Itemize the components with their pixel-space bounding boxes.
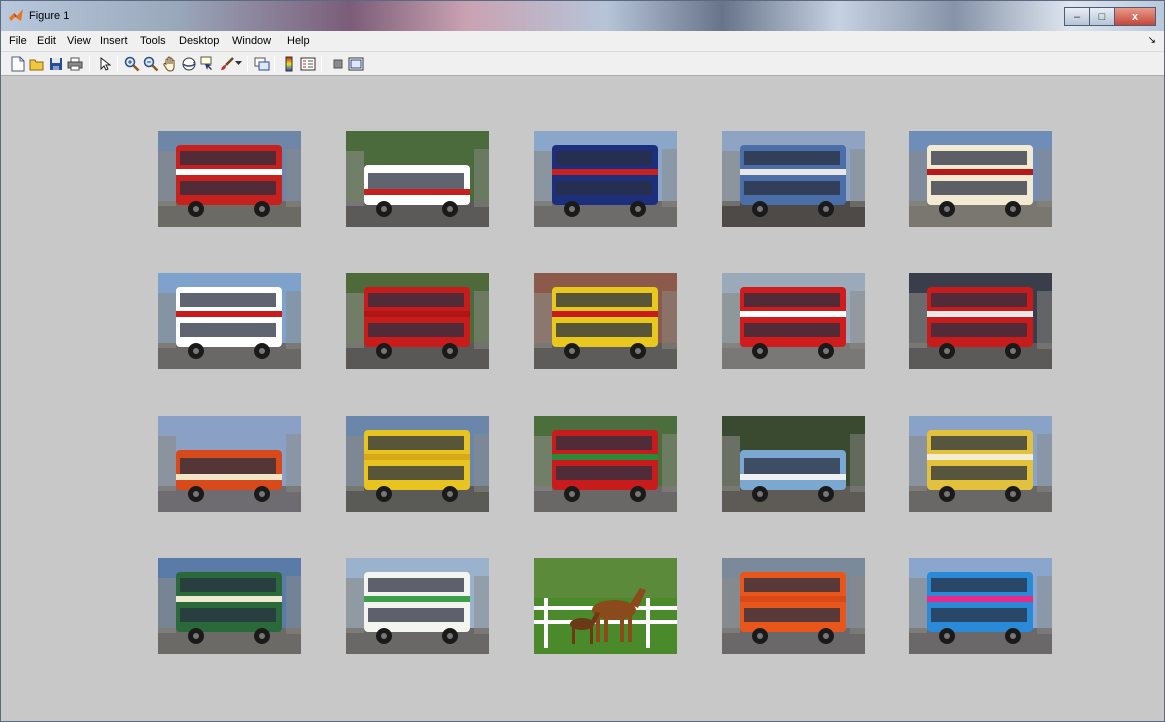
matlab-figure-window: Figure 1 – □ x File Edit View Insert Too… bbox=[0, 0, 1165, 722]
image-red-cream-double-decker bbox=[909, 131, 1052, 227]
toolbar-separator bbox=[117, 56, 118, 72]
dock-arrow-icon[interactable]: ↘ bbox=[1148, 35, 1156, 46]
figure-toolbar bbox=[1, 52, 1164, 76]
brush-dropdown-icon[interactable] bbox=[234, 55, 243, 72]
brush-icon[interactable] bbox=[218, 55, 235, 72]
open-file-icon[interactable] bbox=[28, 55, 45, 72]
image-red-white-minibus-trees bbox=[346, 131, 489, 227]
image-red-double-decker-trees bbox=[346, 273, 489, 369]
matlab-logo-icon bbox=[9, 9, 23, 21]
menu-window[interactable]: Window bbox=[232, 35, 271, 47]
menu-insert[interactable]: Insert bbox=[100, 35, 128, 47]
toolbar-separator bbox=[89, 56, 90, 72]
print-icon[interactable] bbox=[66, 55, 83, 72]
image-red-white-branded-double-decker bbox=[158, 273, 301, 369]
image-yellow-cream-double-decker bbox=[909, 416, 1052, 512]
image-red-double-decker-city-street bbox=[158, 131, 301, 227]
close-button[interactable]: x bbox=[1114, 7, 1156, 26]
menu-bar: File Edit View Insert Tools Desktop Wind… bbox=[1, 31, 1164, 52]
image-red-green-advertising-double-decker bbox=[534, 416, 677, 512]
insert-colorbar-icon[interactable] bbox=[280, 55, 297, 72]
image-red-double-decker-night bbox=[909, 273, 1052, 369]
save-icon[interactable] bbox=[47, 55, 64, 72]
link-plot-icon[interactable] bbox=[253, 55, 270, 72]
title-bar[interactable]: Figure 1 – □ x bbox=[1, 1, 1164, 31]
image-sightseeing-tours-union-jack-bus bbox=[534, 131, 677, 227]
window-title: Figure 1 bbox=[29, 10, 70, 22]
zoom-out-icon[interactable] bbox=[142, 55, 159, 72]
toolbar-separator bbox=[321, 56, 322, 72]
menu-file[interactable]: File bbox=[9, 35, 27, 47]
figure-canvas[interactable] bbox=[1, 76, 1164, 721]
menu-tools[interactable]: Tools bbox=[140, 35, 166, 47]
image-horse-and-foal-field bbox=[534, 558, 677, 654]
minimize-button[interactable]: – bbox=[1064, 7, 1090, 26]
show-plot-tools-icon[interactable] bbox=[347, 55, 364, 72]
maximize-button[interactable]: □ bbox=[1089, 7, 1115, 26]
menu-desktop[interactable]: Desktop bbox=[179, 35, 219, 47]
image-yellow-double-decker bbox=[346, 416, 489, 512]
rotate-3d-icon[interactable] bbox=[180, 55, 197, 72]
hide-plot-tools-icon[interactable] bbox=[329, 55, 346, 72]
insert-legend-icon[interactable] bbox=[299, 55, 316, 72]
image-red-white-routemaster bbox=[722, 273, 865, 369]
zoom-in-icon[interactable] bbox=[123, 55, 140, 72]
image-yellow-red-double-decker bbox=[534, 273, 677, 369]
new-figure-icon[interactable] bbox=[9, 55, 26, 72]
menu-view[interactable]: View bbox=[67, 35, 91, 47]
toolbar-separator bbox=[274, 56, 275, 72]
image-light-blue-single-decker bbox=[722, 416, 865, 512]
edit-plot-icon[interactable] bbox=[96, 55, 113, 72]
menu-help[interactable]: Help bbox=[287, 35, 310, 47]
image-green-cream-vintage-bus bbox=[158, 558, 301, 654]
image-white-green-double-decker bbox=[346, 558, 489, 654]
toolbar-separator bbox=[247, 56, 248, 72]
image-blue-white-double-decker bbox=[722, 131, 865, 227]
menu-edit[interactable]: Edit bbox=[37, 35, 56, 47]
image-workforce-colorful-double-decker bbox=[909, 558, 1052, 654]
data-cursor-icon[interactable] bbox=[199, 55, 216, 72]
image-orange-double-decker bbox=[722, 558, 865, 654]
image-red-orange-coach bbox=[158, 416, 301, 512]
window-controls: – □ x bbox=[1064, 7, 1156, 27]
pan-icon[interactable] bbox=[161, 55, 178, 72]
